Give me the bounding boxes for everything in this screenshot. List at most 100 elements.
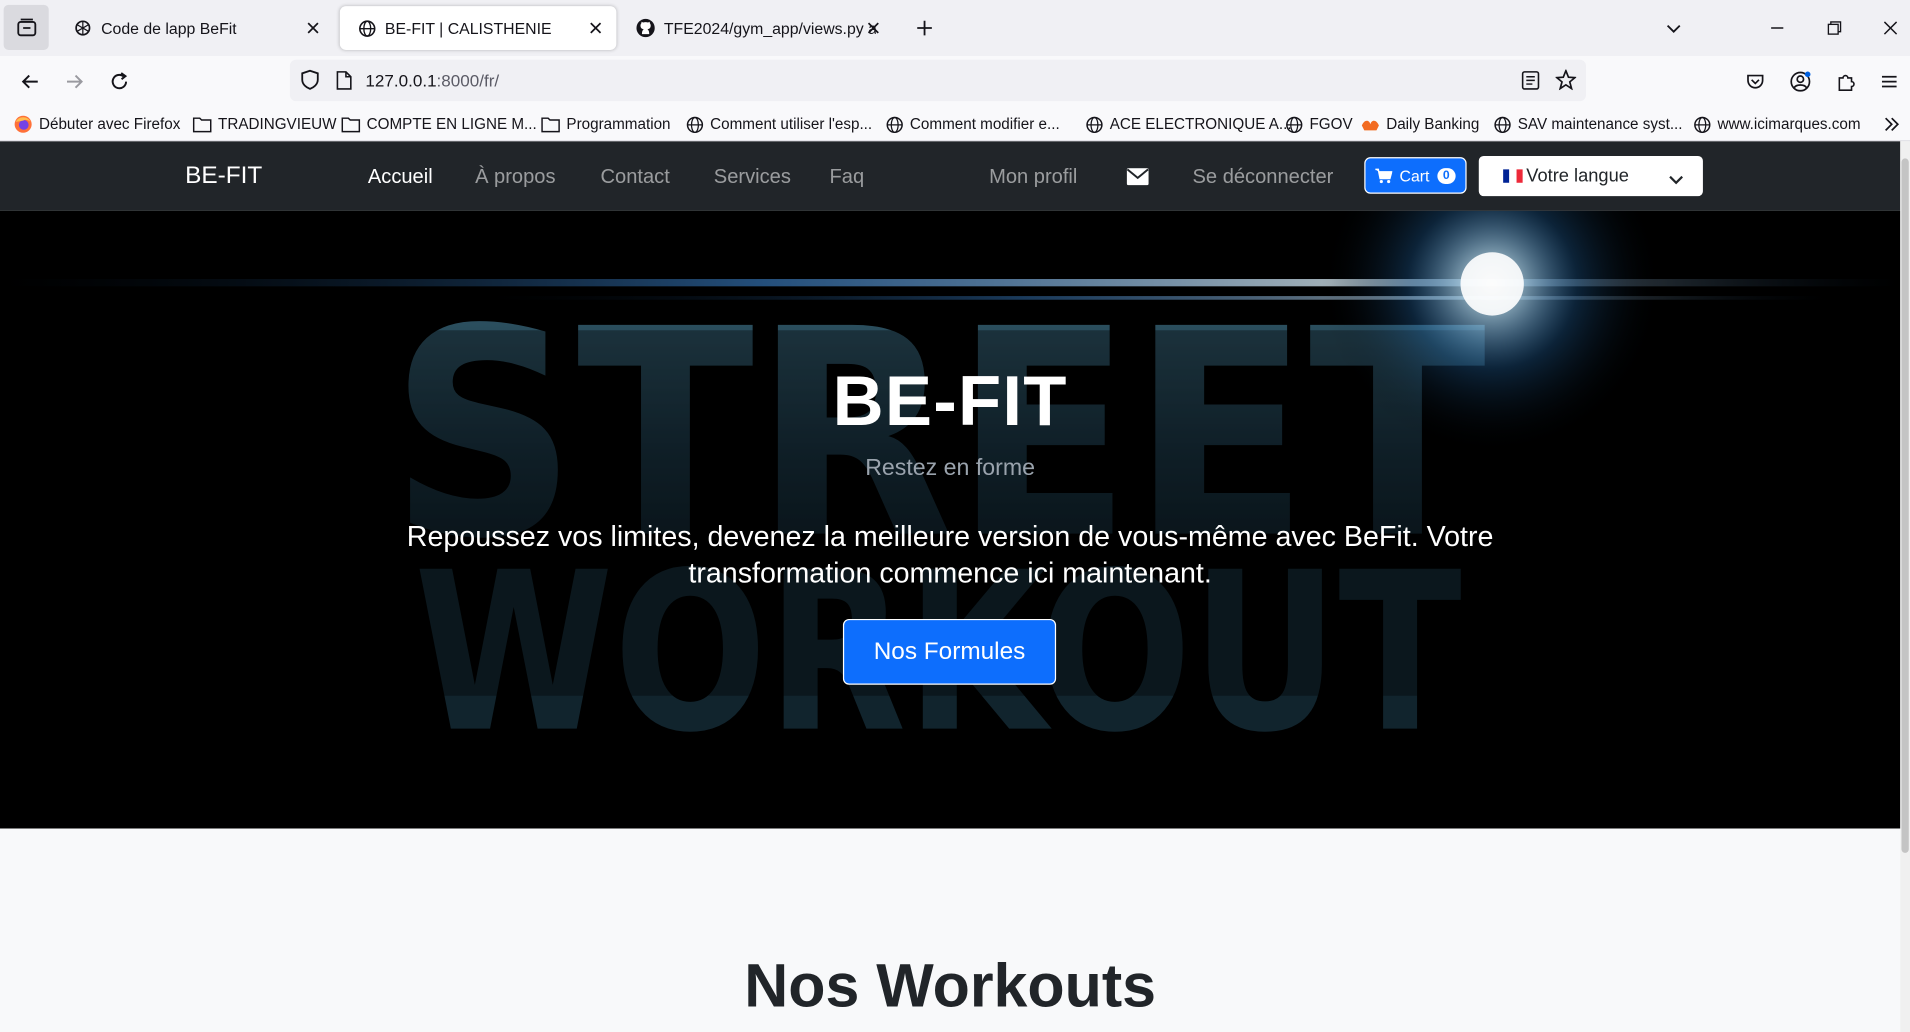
- new-tab-button[interactable]: [909, 12, 941, 44]
- bookmark-item[interactable]: Comment modifier e...: [884, 112, 1060, 136]
- forward-button[interactable]: [58, 66, 90, 98]
- bookmark-label: Comment utiliser l'esp...: [710, 115, 873, 133]
- globe-icon: [357, 18, 376, 37]
- hero-title: BE-FIT: [832, 361, 1068, 442]
- tab-list-button[interactable]: [3, 4, 49, 50]
- nav-link-accueil[interactable]: Accueil: [368, 166, 433, 189]
- reload-icon: [111, 72, 128, 90]
- cart-icon: [1375, 168, 1393, 183]
- hero-section: STREET WORKOUT BE-FIT Restez en forme Re…: [0, 210, 1901, 829]
- chevron-down-icon: [1669, 169, 1684, 190]
- pocket-button[interactable]: [1739, 66, 1771, 98]
- list-all-tabs-button[interactable]: [1658, 12, 1690, 44]
- extensions-button[interactable]: [1830, 66, 1862, 98]
- nav-link-logout[interactable]: Se déconnecter: [1193, 166, 1334, 189]
- browser-tab-bar: Code de lapp BeFit BE-FIT | CALISTHENIE …: [0, 0, 1910, 57]
- tab-github-views[interactable]: TFE2024/gym_app/views.py at r: [619, 6, 897, 50]
- nav-link-services[interactable]: Services: [714, 166, 791, 189]
- more-bookmarks-button[interactable]: [1883, 112, 1900, 136]
- bookmark-item[interactable]: www.icimarques.com: [1692, 112, 1861, 136]
- pocket-icon: [1747, 74, 1764, 89]
- bookmark-label: SAV maintenance syst...: [1517, 115, 1683, 133]
- folder-icon: [341, 115, 361, 134]
- cart-button[interactable]: Cart 0: [1364, 157, 1467, 194]
- github-icon: [636, 18, 655, 38]
- cart-label: Cart: [1399, 166, 1430, 185]
- nav-link-contact[interactable]: Contact: [601, 166, 670, 189]
- plus-icon: [917, 20, 932, 36]
- url-path: :8000/fr/: [436, 70, 500, 91]
- restore-icon: [1827, 21, 1842, 35]
- envelope-icon[interactable]: [1126, 168, 1149, 191]
- hero-subtitle: Restez en forme: [865, 455, 1036, 482]
- bookmark-folder[interactable]: COMPTE EN LIGNE M...: [341, 112, 537, 136]
- bookmark-item[interactable]: Comment utiliser l'esp...: [685, 112, 873, 136]
- globe-icon: [1284, 115, 1303, 134]
- flag-stripe: [1516, 169, 1523, 183]
- bookmark-label: Comment modifier e...: [909, 115, 1060, 133]
- close-tab-icon[interactable]: [585, 17, 607, 39]
- back-button[interactable]: [15, 66, 47, 98]
- bookmark-star-icon[interactable]: [1554, 68, 1578, 96]
- bookmark-item[interactable]: ACE ELECTRONIQUE A...: [1084, 112, 1292, 136]
- restore-window-button[interactable]: [1819, 12, 1851, 44]
- bookmark-label: Débuter avec Firefox: [38, 115, 181, 133]
- minimize-window-button[interactable]: [1761, 12, 1793, 44]
- minimize-icon: [1771, 27, 1784, 29]
- tab-befit-calisthenie[interactable]: BE-FIT | CALISTHENIE: [339, 6, 617, 50]
- openai-icon: [73, 18, 92, 37]
- reload-button[interactable]: [104, 66, 136, 98]
- site-navbar: BE-FIT Accueil À propos Contact Services…: [0, 141, 1901, 211]
- nav-link-faq[interactable]: Faq: [830, 166, 865, 189]
- globe-icon: [685, 115, 704, 134]
- bookmark-label: Programmation: [566, 115, 671, 133]
- tab-title: TFE2024/gym_app/views.py at r: [663, 18, 876, 38]
- bookmark-label: COMPTE EN LIGNE M...: [366, 115, 537, 133]
- bookmark-item[interactable]: Daily Banking: [1361, 112, 1479, 136]
- close-tab-icon[interactable]: [862, 17, 884, 39]
- shield-icon[interactable]: [300, 69, 321, 96]
- language-select[interactable]: Votre langue: [1478, 155, 1703, 197]
- account-button[interactable]: [1785, 66, 1817, 98]
- site-brand[interactable]: BE-FIT: [185, 162, 262, 190]
- arrow-left-icon: [21, 74, 38, 89]
- nos-formules-button[interactable]: Nos Formules: [842, 618, 1057, 685]
- tab-code-befit[interactable]: Code de lapp BeFit: [56, 6, 334, 50]
- bookmark-folder[interactable]: Programmation: [541, 112, 671, 136]
- close-window-button[interactable]: [1875, 12, 1907, 44]
- language-select-value: Votre langue: [1526, 165, 1629, 187]
- url-bar[interactable]: 127.0.0.1:8000/fr/: [289, 59, 1586, 102]
- chevron-down-icon: [1666, 24, 1681, 33]
- globe-icon: [1692, 115, 1711, 134]
- bookmark-item[interactable]: Débuter avec Firefox: [13, 112, 180, 136]
- nav-link-profile[interactable]: Mon profil: [989, 166, 1077, 189]
- bookmark-label: ACE ELECTRONIQUE A...: [1109, 115, 1292, 133]
- bookmark-folder[interactable]: TRADINGVIEUW: [192, 112, 336, 136]
- puzzle-icon: [1838, 74, 1855, 91]
- url-host: 127.0.0.1: [365, 70, 437, 91]
- tab-list-icon: [16, 17, 36, 36]
- hamburger-icon: [1881, 75, 1897, 88]
- bookmark-label: www.icimarques.com: [1717, 115, 1861, 133]
- bank-icon: [1361, 115, 1380, 134]
- double-chevron-right-icon: [1885, 117, 1900, 131]
- globe-icon: [884, 115, 903, 134]
- bookmark-label: TRADINGVIEUW: [218, 115, 337, 133]
- bookmark-item[interactable]: FGOV: [1284, 112, 1353, 136]
- menu-button[interactable]: [1873, 66, 1905, 98]
- globe-icon: [1492, 115, 1511, 134]
- close-tab-icon[interactable]: [302, 17, 324, 39]
- reader-view-icon[interactable]: [1521, 71, 1540, 97]
- page-info-icon[interactable]: [336, 71, 352, 97]
- cart-count-badge: 0: [1436, 167, 1456, 184]
- arrow-right-icon: [66, 74, 83, 89]
- tab-title: BE-FIT | CALISTHENIE: [384, 18, 552, 38]
- bookmark-label: FGOV: [1309, 115, 1353, 133]
- nav-link-a-propos[interactable]: À propos: [475, 166, 555, 189]
- workouts-section: Nos Workouts: [0, 828, 1901, 1032]
- scrollbar-thumb[interactable]: [1901, 158, 1909, 853]
- france-flag-icon: [1503, 169, 1523, 183]
- tab-title: Code de lapp BeFit: [101, 18, 237, 38]
- bookmark-item[interactable]: SAV maintenance syst...: [1492, 112, 1683, 136]
- bookmarks-toolbar: Débuter avec Firefox TRADINGVIEUW COMPTE…: [0, 106, 1910, 142]
